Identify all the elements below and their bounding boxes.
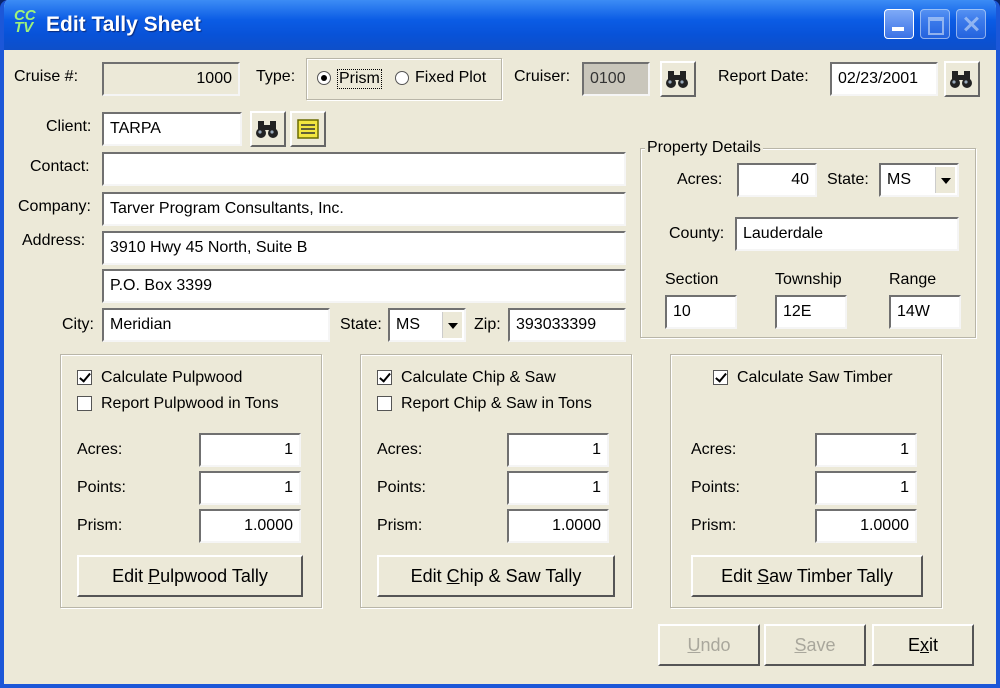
zip-label: Zip: xyxy=(474,316,501,333)
range-label: Range xyxy=(889,271,937,288)
calculate-saw-timber-label[interactable]: Calculate Saw Timber xyxy=(737,369,893,387)
title-bar[interactable]: CC TV Edit Tally Sheet xyxy=(4,0,996,50)
calculate-chip-saw-label[interactable]: Calculate Chip & Saw xyxy=(401,369,556,387)
address-line2-field[interactable]: P.O. Box 3399 xyxy=(102,269,626,303)
contact-label: Contact: xyxy=(30,158,90,175)
type-label: Type: xyxy=(256,68,296,85)
property-state-combo[interactable]: MS xyxy=(879,163,959,197)
exit-button[interactable]: Exit xyxy=(872,624,974,666)
saw-timber-group: Calculate Saw Timber Acres: 1 Points: 1 … xyxy=(670,354,942,608)
address-label: Address: xyxy=(22,232,86,249)
range-field[interactable]: 14W xyxy=(889,295,961,329)
section-label: Section xyxy=(665,271,719,288)
undo-button[interactable]: Undo xyxy=(658,624,760,666)
cruise-label: Cruise #: xyxy=(14,68,79,85)
cruiser-field[interactable]: 0100 xyxy=(582,62,650,96)
client-state-combo[interactable]: MS xyxy=(388,308,466,342)
fixed-plot-radio-label[interactable]: Fixed Plot xyxy=(415,69,486,87)
chevron-down-icon[interactable] xyxy=(442,312,462,338)
maximize-button[interactable] xyxy=(920,9,950,39)
township-label: Township xyxy=(775,271,842,288)
edit-chip-saw-tally-button[interactable]: Edit Chip & Saw Tally xyxy=(377,555,615,597)
window-title: Edit Tally Sheet xyxy=(46,13,201,36)
property-details-group: Property Details Acres: 40 State: MS Cou… xyxy=(640,139,976,338)
chip-saw-points-field[interactable]: 1 xyxy=(507,471,609,505)
type-radio-group: Prism Fixed Plot xyxy=(306,58,502,100)
saw-timber-points-label: Points: xyxy=(691,479,740,496)
edit-saw-timber-tally-button[interactable]: Edit Saw Timber Tally xyxy=(691,555,923,597)
report-pulpwood-tons-checkbox[interactable] xyxy=(77,396,92,411)
minimize-button[interactable] xyxy=(884,9,914,39)
chip-saw-acres-label: Acres: xyxy=(377,441,423,458)
chip-saw-prism-field[interactable]: 1.0000 xyxy=(507,509,609,543)
pulpwood-acres-field[interactable]: 1 xyxy=(199,433,301,467)
save-button[interactable]: Save xyxy=(764,624,866,666)
pulpwood-points-field[interactable]: 1 xyxy=(199,471,301,505)
fixed-plot-radio[interactable] xyxy=(395,71,409,85)
city-field[interactable]: Meridian xyxy=(102,308,330,342)
property-acres-label: Acres: xyxy=(677,171,723,188)
property-details-title: Property Details xyxy=(645,139,763,157)
chevron-down-icon[interactable] xyxy=(935,167,955,193)
client-lookup-button[interactable] xyxy=(250,111,286,147)
saw-timber-points-field[interactable]: 1 xyxy=(815,471,917,505)
township-field[interactable]: 12E xyxy=(775,295,847,329)
saw-timber-prism-label: Prism: xyxy=(691,517,737,534)
edit-tally-sheet-window: CC TV Edit Tally Sheet Cruise #: 1000 Ty… xyxy=(0,0,1000,688)
calculate-pulpwood-checkbox[interactable] xyxy=(77,370,92,385)
pulpwood-group: Calculate Pulpwood Report Pulpwood in To… xyxy=(60,354,322,608)
notepad-icon xyxy=(297,119,319,139)
report-chip-saw-tons-checkbox[interactable] xyxy=(377,396,392,411)
calculate-pulpwood-label[interactable]: Calculate Pulpwood xyxy=(101,369,242,387)
binoculars-icon xyxy=(666,71,688,88)
property-state-value: MS xyxy=(887,171,911,188)
prism-radio[interactable] xyxy=(317,71,331,85)
client-state-label: State: xyxy=(340,316,382,333)
zip-field[interactable]: 393033399 xyxy=(508,308,626,342)
saw-timber-acres-label: Acres: xyxy=(691,441,737,458)
report-pulpwood-tons-label[interactable]: Report Pulpwood in Tons xyxy=(101,395,279,413)
report-date-label: Report Date: xyxy=(718,68,809,85)
pulpwood-acres-label: Acres: xyxy=(77,441,123,458)
binoculars-icon xyxy=(950,71,972,88)
address-line1-field[interactable]: 3910 Hwy 45 North, Suite B xyxy=(102,231,626,265)
contact-field[interactable] xyxy=(102,152,626,186)
pulpwood-prism-label: Prism: xyxy=(77,517,123,534)
cruiser-lookup-button[interactable] xyxy=(660,61,696,97)
company-field[interactable]: Tarver Program Consultants, Inc. xyxy=(102,192,626,226)
close-button[interactable] xyxy=(956,9,986,39)
client-state-value: MS xyxy=(396,316,420,333)
company-label: Company: xyxy=(18,198,91,215)
app-icon: CC TV xyxy=(14,7,36,36)
chip-saw-group: Calculate Chip & Saw Report Chip & Saw i… xyxy=(360,354,632,608)
client-label: Client: xyxy=(46,118,92,135)
saw-timber-prism-field[interactable]: 1.0000 xyxy=(815,509,917,543)
report-date-field[interactable]: 02/23/2001 xyxy=(830,62,938,96)
report-date-lookup-button[interactable] xyxy=(944,61,980,97)
cruise-number-field[interactable]: 1000 xyxy=(102,62,240,96)
chip-saw-acres-field[interactable]: 1 xyxy=(507,433,609,467)
client-notes-button[interactable] xyxy=(290,111,326,147)
binoculars-icon xyxy=(256,121,278,138)
city-label: City: xyxy=(62,316,94,333)
county-label: County: xyxy=(669,225,725,242)
cruiser-label: Cruiser: xyxy=(514,68,571,85)
property-state-label: State: xyxy=(827,171,869,188)
county-field[interactable]: Lauderdale xyxy=(735,217,959,251)
calculate-chip-saw-checkbox[interactable] xyxy=(377,370,392,385)
chip-saw-points-label: Points: xyxy=(377,479,426,496)
section-field[interactable]: 10 xyxy=(665,295,737,329)
saw-timber-acres-field[interactable]: 1 xyxy=(815,433,917,467)
edit-pulpwood-tally-button[interactable]: Edit Pulpwood Tally xyxy=(77,555,303,597)
report-chip-saw-tons-label[interactable]: Report Chip & Saw in Tons xyxy=(401,395,592,413)
property-acres-field[interactable]: 40 xyxy=(737,163,817,197)
calculate-saw-timber-checkbox[interactable] xyxy=(713,370,728,385)
pulpwood-points-label: Points: xyxy=(77,479,126,496)
chip-saw-prism-label: Prism: xyxy=(377,517,423,534)
prism-radio-label[interactable]: Prism xyxy=(337,69,382,89)
client-field[interactable]: TARPA xyxy=(102,112,242,146)
pulpwood-prism-field[interactable]: 1.0000 xyxy=(199,509,301,543)
